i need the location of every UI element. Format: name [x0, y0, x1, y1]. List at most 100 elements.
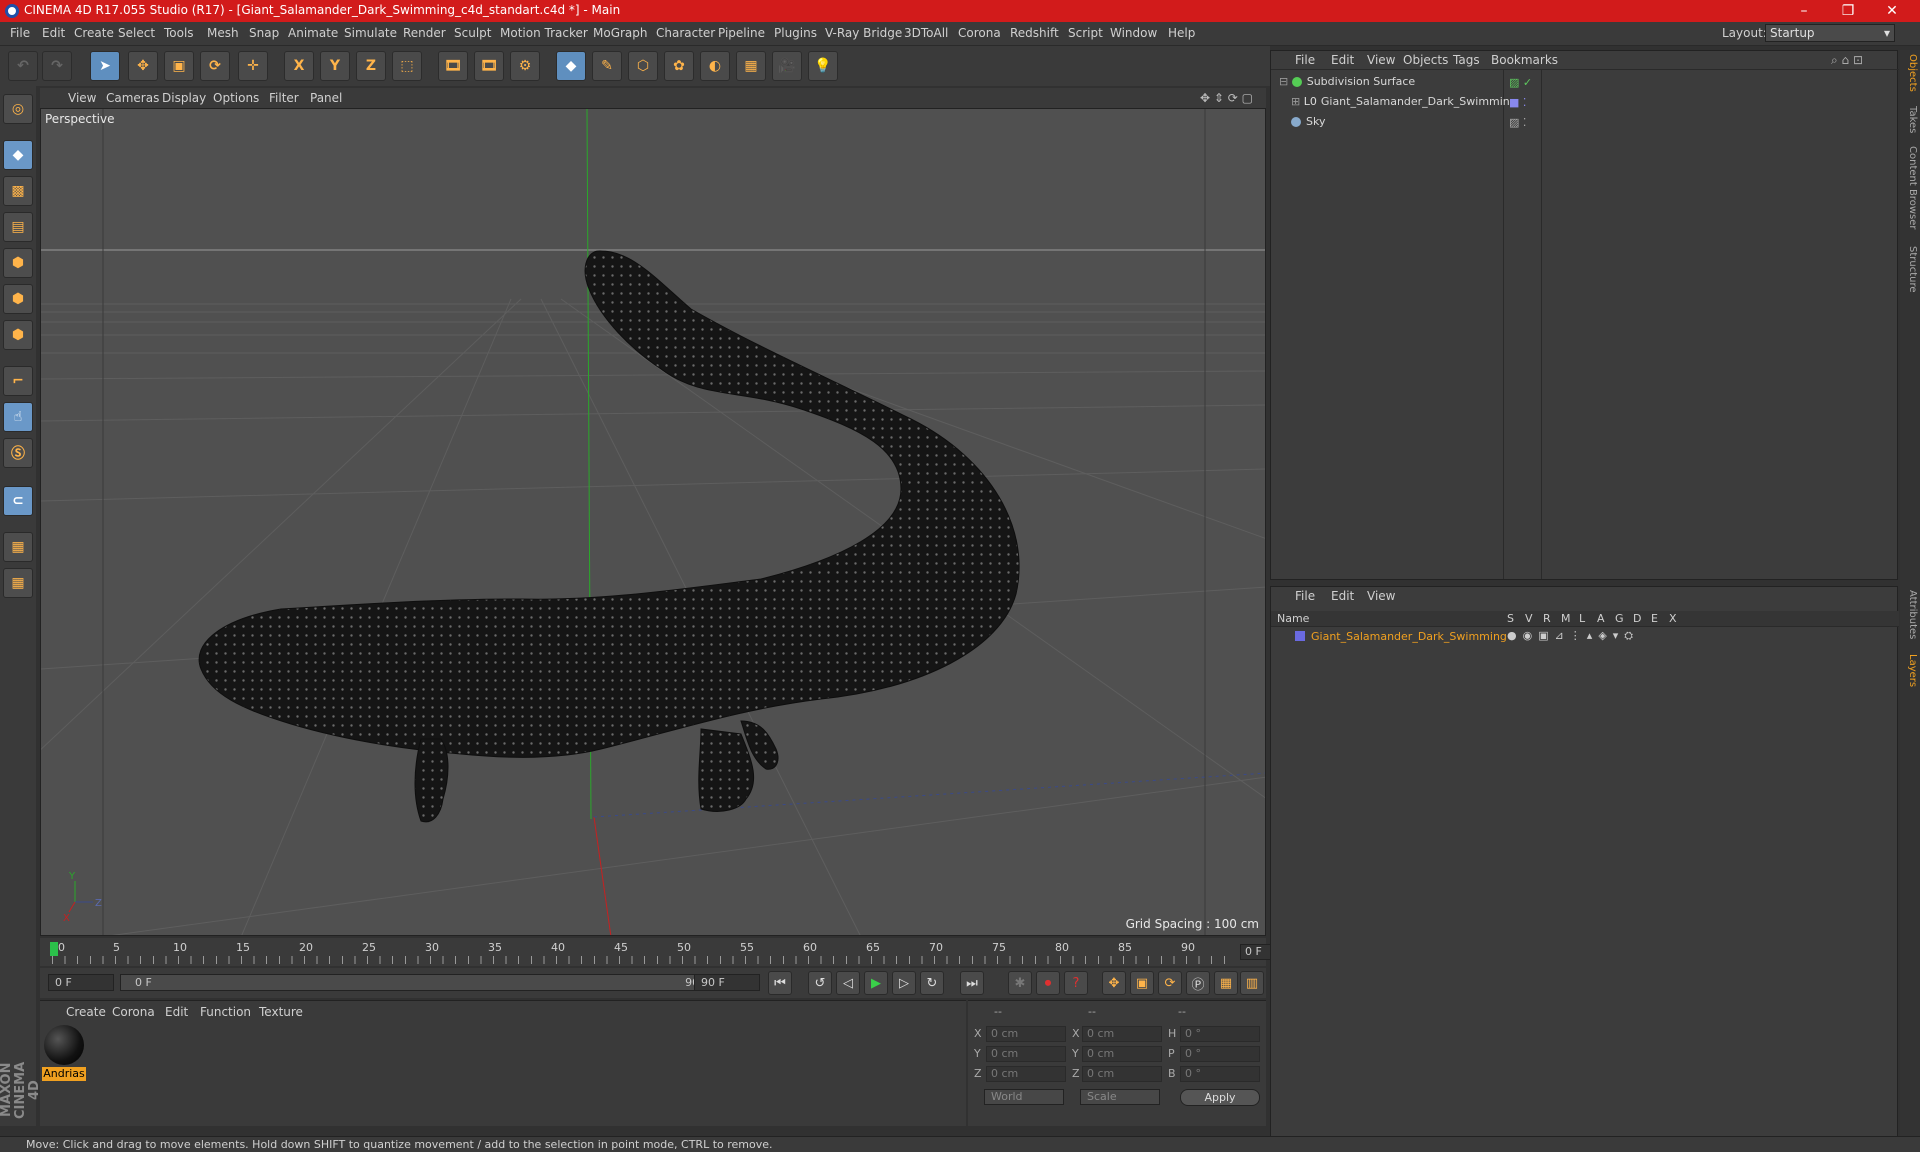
- go-to-end-icon[interactable]: ⏭: [960, 971, 984, 995]
- move-tool-icon[interactable]: ✥: [128, 51, 158, 81]
- key-pla-icon[interactable]: ▦: [1214, 971, 1238, 995]
- floor-grid-icon[interactable]: ▦: [736, 51, 766, 81]
- mat-menu-create[interactable]: Create: [66, 1005, 106, 1019]
- mat-menu-function[interactable]: Function: [200, 1005, 251, 1019]
- render-view-icon[interactable]: 🎞: [438, 51, 468, 81]
- tab-structure[interactable]: Structure: [1902, 246, 1918, 293]
- menu-sculpt[interactable]: Sculpt: [454, 26, 491, 40]
- previous-key-icon[interactable]: ↺: [808, 971, 832, 995]
- mograph-cloner-icon[interactable]: ✿: [664, 51, 694, 81]
- key-scale-icon[interactable]: ▣: [1130, 971, 1154, 995]
- vp-menu-filter[interactable]: Filter: [269, 91, 299, 105]
- texture-mode-icon[interactable]: ▩: [3, 176, 33, 206]
- playhead-marker[interactable]: [50, 942, 58, 956]
- obj-menu-edit[interactable]: Edit: [1331, 53, 1354, 67]
- frame-range-slider[interactable]: 0 F 90 F: [120, 974, 726, 991]
- y-axis-lock-button[interactable]: Y: [320, 51, 350, 81]
- obj-menu-file[interactable]: File: [1295, 53, 1315, 67]
- coord-system-dropdown[interactable]: World: [984, 1089, 1064, 1105]
- menu-motion-tracker[interactable]: Motion Tracker: [500, 26, 588, 40]
- key-position-icon[interactable]: ✥: [1102, 971, 1126, 995]
- tab-layers[interactable]: Layers: [1902, 654, 1918, 687]
- tab-content-browser[interactable]: Content Browser: [1902, 146, 1918, 229]
- menu-edit[interactable]: Edit: [42, 26, 65, 40]
- viewport-nav-icon[interactable]: ✥ ⇕ ⟳ ▢: [1200, 91, 1253, 105]
- scale-tool-icon[interactable]: ▣: [164, 51, 194, 81]
- render-picture-viewer-icon[interactable]: 🎞: [474, 51, 504, 81]
- previous-frame-icon[interactable]: ◁: [836, 971, 860, 995]
- layer-color-icon[interactable]: ■ ⁚: [1509, 96, 1526, 109]
- menu-mograph[interactable]: MoGraph: [593, 26, 648, 40]
- vp-menu-panel[interactable]: Panel: [310, 91, 342, 105]
- x-axis-lock-button[interactable]: X: [284, 51, 314, 81]
- autokey-icon[interactable]: ?: [1064, 971, 1088, 995]
- keyframe-disabled-icon[interactable]: ✱: [1008, 971, 1032, 995]
- rotation-b-field[interactable]: 0 °: [1180, 1066, 1260, 1082]
- obj-menu-tags[interactable]: Tags: [1453, 53, 1480, 67]
- apply-button[interactable]: Apply: [1180, 1089, 1260, 1106]
- menu-character[interactable]: Character: [656, 26, 715, 40]
- tab-takes[interactable]: Takes: [1902, 106, 1918, 133]
- menu-corona[interactable]: Corona: [958, 26, 1001, 40]
- axis-mode-icon[interactable]: ⌐: [3, 366, 33, 396]
- key-parameter-icon[interactable]: Ⓟ: [1186, 971, 1210, 995]
- position-z-field[interactable]: 0 cm: [986, 1066, 1066, 1082]
- deformer-icon[interactable]: ◐: [700, 51, 730, 81]
- spline-pen-icon[interactable]: ✎: [592, 51, 622, 81]
- undo-icon[interactable]: ↶: [8, 51, 38, 81]
- layout-select[interactable]: Startup ▾: [1765, 24, 1895, 42]
- grid-lock-icon[interactable]: ▦: [3, 532, 33, 562]
- polygons-mode-icon[interactable]: ⬢: [3, 320, 33, 350]
- mat-menu-texture[interactable]: Texture: [259, 1005, 303, 1019]
- go-to-start-icon[interactable]: ⏮: [768, 971, 792, 995]
- rotate-tool-icon[interactable]: ⟳: [200, 51, 230, 81]
- layer-menu-file[interactable]: File: [1295, 589, 1315, 603]
- tab-objects[interactable]: Objects: [1902, 54, 1918, 92]
- next-frame-icon[interactable]: ▷: [892, 971, 916, 995]
- menu-simulate[interactable]: Simulate: [344, 26, 397, 40]
- select-arrow-icon[interactable]: ➤: [90, 51, 120, 81]
- object-row-subdivision[interactable]: ⊟ Subdivision Surface: [1279, 75, 1415, 93]
- menu-tools[interactable]: Tools: [164, 26, 194, 40]
- play-icon[interactable]: ▶: [864, 971, 888, 995]
- obj-menu-bookmarks[interactable]: Bookmarks: [1491, 53, 1558, 67]
- mat-menu-edit[interactable]: Edit: [165, 1005, 188, 1019]
- menu-file[interactable]: File: [10, 26, 30, 40]
- live-selection-icon[interactable]: ✛: [238, 51, 268, 81]
- tag-icon[interactable]: ▨ ⁚: [1509, 116, 1526, 129]
- z-axis-lock-button[interactable]: Z: [356, 51, 386, 81]
- key-rotation-icon[interactable]: ⟳: [1158, 971, 1182, 995]
- position-y-field[interactable]: 0 cm: [986, 1046, 1066, 1062]
- size-z-field[interactable]: 0 cm: [1082, 1066, 1162, 1082]
- model-mode-icon[interactable]: ◆: [3, 140, 33, 170]
- menu-plugins[interactable]: Plugins: [774, 26, 817, 40]
- material-swatch[interactable]: [44, 1025, 84, 1065]
- menu-3dtoall[interactable]: 3DToAll: [904, 26, 948, 40]
- obj-menu-view[interactable]: View: [1367, 53, 1395, 67]
- vp-menu-cameras[interactable]: Cameras: [106, 91, 159, 105]
- menu-snap[interactable]: Snap: [249, 26, 279, 40]
- redo-icon[interactable]: ↷: [42, 51, 72, 81]
- points-mode-icon[interactable]: ⬢: [3, 248, 33, 278]
- size-x-field[interactable]: 0 cm: [1082, 1026, 1162, 1042]
- object-row-salamander[interactable]: ⊞ L0 Giant_Salamander_Dark_Swimming: [1291, 95, 1517, 113]
- viewport-perspective[interactable]: Y Z X Perspective Grid Spacing : 100 cm: [40, 108, 1266, 936]
- make-editable-icon[interactable]: ◎: [3, 94, 33, 124]
- object-row-sky[interactable]: Sky: [1291, 115, 1325, 133]
- start-frame-field[interactable]: 0 F: [48, 974, 114, 991]
- menu-help[interactable]: Help: [1168, 26, 1195, 40]
- tweak-mode-icon[interactable]: ☝: [3, 402, 33, 432]
- timeline-window-icon[interactable]: ▥: [1240, 971, 1264, 995]
- vp-menu-options[interactable]: Options: [213, 91, 259, 105]
- visibility-check-icon[interactable]: ▨ ✓: [1509, 76, 1532, 89]
- menu-animate[interactable]: Animate: [288, 26, 338, 40]
- mat-menu-corona[interactable]: Corona: [112, 1005, 155, 1019]
- layer-menu-view[interactable]: View: [1367, 589, 1395, 603]
- camera-icon[interactable]: 🎥: [772, 51, 802, 81]
- edges-mode-icon[interactable]: ⬢: [3, 284, 33, 314]
- search-icon[interactable]: ⌕ ⌂ ⊡: [1831, 53, 1863, 68]
- layer-row[interactable]: Giant_Salamander_Dark_Swimming ●◉▣⊿⋮▴◈▾⛭: [1271, 629, 1899, 645]
- menu-create[interactable]: Create: [74, 26, 114, 40]
- subdivision-nurbs-icon[interactable]: ⬡: [628, 51, 658, 81]
- menu-window[interactable]: Window: [1110, 26, 1157, 40]
